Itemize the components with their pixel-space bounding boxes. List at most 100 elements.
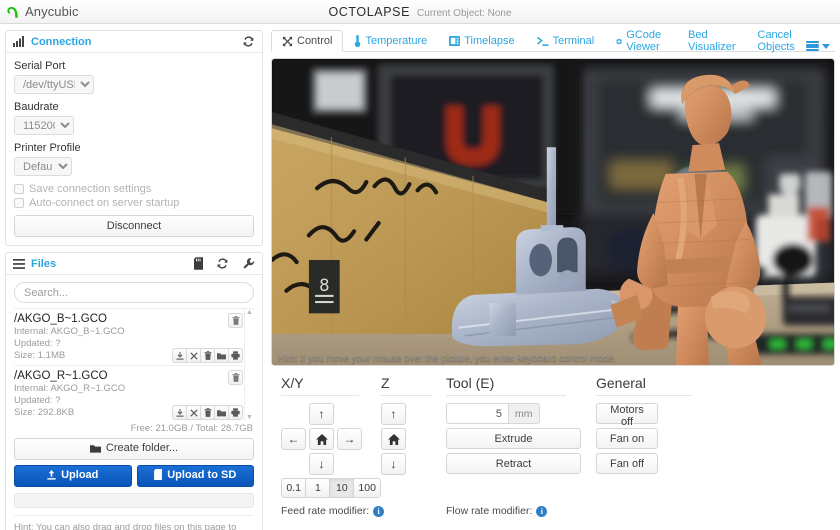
folder-icon	[90, 444, 101, 453]
print-icon[interactable]	[228, 348, 243, 363]
home-xy-button[interactable]	[309, 428, 334, 450]
disconnect-button[interactable]: Disconnect	[14, 215, 254, 237]
tab-timelapse-label: Timelapse	[464, 35, 514, 47]
sd-card-icon[interactable]	[194, 257, 203, 270]
auto-connect-checkbox[interactable]	[14, 198, 24, 208]
save-connection-settings-checkbox[interactable]	[14, 184, 24, 194]
fan-on-button[interactable]: Fan on	[596, 428, 658, 449]
jog-x-right-button[interactable]: →	[337, 428, 362, 450]
info-circle-icon[interactable]: i	[373, 506, 384, 517]
tab-overflow-menu[interactable]	[806, 41, 838, 51]
files-panel-body: ▲ ▼ /AKGO_B~1.GCO Internal: AKGO_B~1.GCO…	[6, 275, 262, 530]
baudrate-label: Baudrate	[14, 101, 254, 113]
delete-icon[interactable]	[200, 405, 215, 420]
jog-y-down-button[interactable]: ↓	[309, 453, 334, 475]
jog-z-down-button[interactable]: ↓	[381, 453, 406, 475]
extrude-amount-input[interactable]	[446, 403, 508, 424]
xy-control-column: X/Y ↑ ← →	[281, 375, 381, 498]
z-rule	[381, 395, 433, 396]
cancel-icon[interactable]	[186, 405, 201, 420]
general-rule	[596, 395, 691, 396]
search-input[interactable]	[14, 282, 254, 303]
webcam-hint: Hint: If you move your mouse over the pi…	[278, 353, 616, 364]
terminal-prompt-icon	[537, 36, 549, 47]
folder-icon[interactable]	[214, 405, 229, 420]
xy-rule	[281, 395, 359, 396]
octolapse-banner: OCTOLAPSE Current Object: None	[0, 5, 840, 19]
tab-control[interactable]: Control	[271, 30, 343, 52]
download-glyph-icon	[176, 352, 184, 360]
delete-icon[interactable]	[200, 348, 215, 363]
webcam-image: 8	[272, 59, 834, 366]
control-grid: X/Y ↑ ← →	[271, 375, 835, 498]
motors-off-button[interactable]: Motors off	[596, 403, 658, 424]
retract-button[interactable]: Retract	[446, 453, 581, 474]
connection-panel-header[interactable]: Connection	[6, 31, 262, 53]
step-0.1-button[interactable]: 0.1	[281, 478, 306, 498]
delete-icon[interactable]	[228, 313, 243, 328]
print-icon[interactable]	[228, 405, 243, 420]
tab-cancel-objects[interactable]: Cancel Objects	[747, 30, 806, 52]
folder-icon[interactable]	[214, 348, 229, 363]
upload-to-sd-button[interactable]: Upload to SD	[137, 465, 255, 487]
refresh-icon[interactable]	[242, 35, 255, 48]
octolapse-current-object: Current Object: None	[417, 8, 512, 19]
upload-button[interactable]: Upload	[14, 465, 132, 487]
create-folder-label: Create folder...	[106, 442, 178, 454]
webcam-stream[interactable]: 8	[271, 58, 835, 366]
save-connection-settings-row[interactable]: Save connection settings	[14, 183, 254, 195]
jog-z-up-button[interactable]: ↑	[381, 403, 406, 425]
upload-buttons-row: Upload Upload to SD	[14, 465, 254, 487]
signal-bars-icon	[13, 36, 25, 47]
connection-panel-body: Serial Port /dev/ttyUSB0 Baudrate 115200…	[6, 53, 262, 245]
step-10-button[interactable]: 10	[329, 478, 354, 498]
tab-timelapse[interactable]: Timelapse	[438, 30, 525, 52]
download-icon[interactable]	[172, 405, 187, 420]
list-item[interactable]: /AKGO_R~1.GCO Internal: AKGO_R~1.GCO Upd…	[14, 366, 243, 421]
create-folder-button[interactable]: Create folder...	[14, 438, 254, 460]
sd-card-icon	[154, 469, 162, 480]
files-panel-header: Files	[6, 253, 262, 275]
home-z-button[interactable]	[381, 428, 406, 450]
printer-profile-select[interactable]: Default	[14, 157, 72, 176]
serial-port-select[interactable]: /dev/ttyUSB0	[14, 75, 94, 94]
scroll-down-arrow[interactable]: ▼	[246, 414, 253, 421]
flow-rate-label: Flow rate modifier:	[446, 505, 532, 517]
tab-terminal[interactable]: Terminal	[526, 30, 606, 52]
jog-x-left-button[interactable]: ←	[281, 428, 306, 450]
brand[interactable]: Anycubic	[0, 4, 79, 19]
cancel-icon[interactable]	[186, 348, 201, 363]
fan-off-button[interactable]: Fan off	[596, 453, 658, 474]
print-glyph-icon	[231, 351, 240, 360]
baudrate-select[interactable]: 115200	[14, 116, 74, 135]
brand-name: Anycubic	[25, 4, 79, 19]
connection-panel: Connection Serial Port /dev/ttyUSB0 Baud…	[5, 30, 263, 246]
tab-bed-visualizer-label: Bed Visualizer	[688, 29, 735, 53]
trash-glyph-icon	[204, 408, 212, 417]
step-100-button[interactable]: 100	[353, 478, 381, 498]
film-icon	[449, 36, 460, 46]
extrude-button[interactable]: Extrude	[446, 428, 581, 449]
scroll-up-arrow[interactable]: ▲	[246, 309, 253, 316]
tab-bed-visualizer[interactable]: Bed Visualizer	[677, 30, 746, 52]
step-1-button[interactable]: 1	[305, 478, 330, 498]
home-icon	[388, 434, 400, 445]
general-title: General	[596, 375, 706, 395]
file-list-scrollbar[interactable]: ▲ ▼	[244, 309, 254, 421]
file-actions	[172, 405, 243, 420]
delete-icon[interactable]	[228, 370, 243, 385]
tab-temperature[interactable]: Temperature	[343, 30, 438, 52]
refresh-icon[interactable]	[216, 257, 229, 270]
trash-glyph-icon	[232, 373, 240, 382]
scrollbar-thumb[interactable]	[245, 316, 255, 414]
info-circle-icon[interactable]: i	[536, 506, 547, 517]
file-name: /AKGO_B~1.GCO	[14, 313, 243, 326]
jog-y-up-button[interactable]: ↑	[309, 403, 334, 425]
tab-gcode-viewer[interactable]: GCode Viewer	[605, 30, 677, 52]
download-icon[interactable]	[172, 348, 187, 363]
extrude-amount-row: mm	[446, 403, 596, 424]
z-row-down: ↓	[381, 453, 446, 475]
list-item[interactable]: /AKGO_B~1.GCO Internal: AKGO_B~1.GCO Upd…	[14, 309, 243, 366]
wrench-icon[interactable]	[242, 257, 255, 270]
auto-connect-row[interactable]: Auto-connect on server startup	[14, 197, 254, 209]
